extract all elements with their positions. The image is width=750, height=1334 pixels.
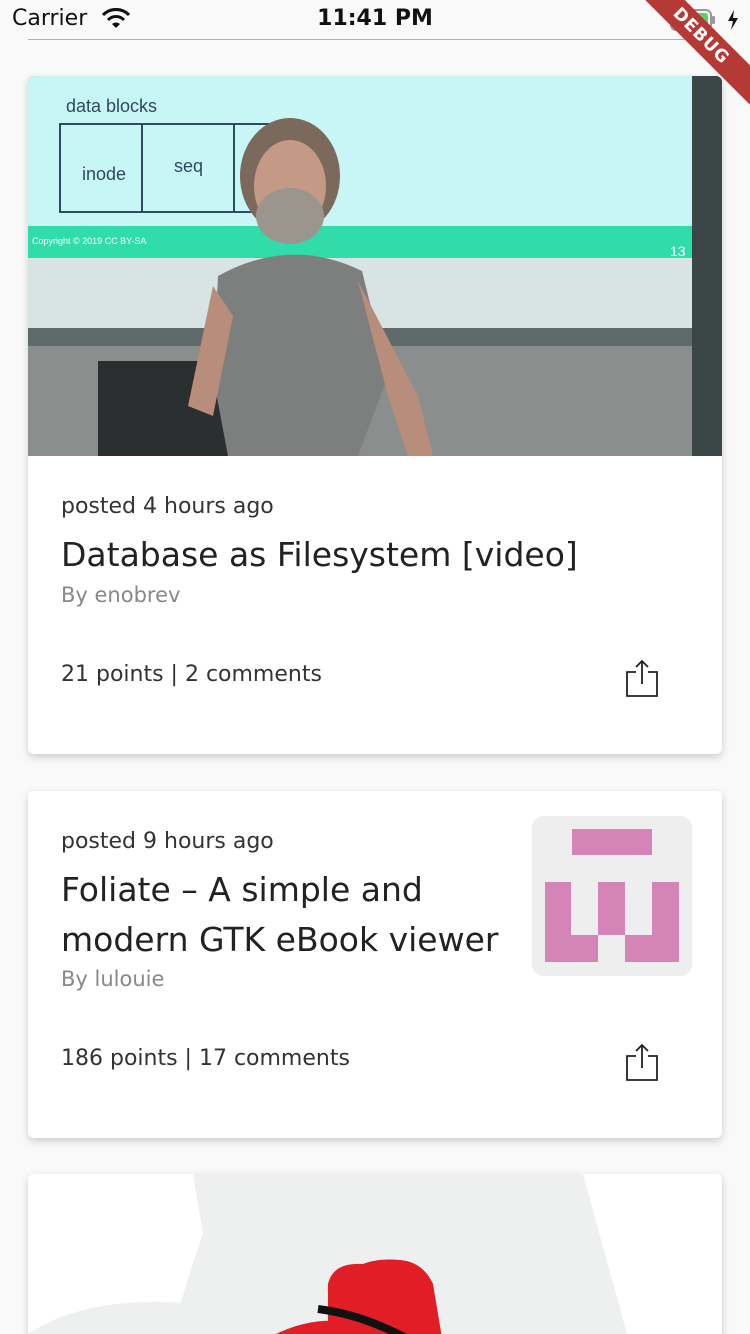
charging-icon [728, 10, 738, 30]
story-image[interactable]: data blocks inode seq Copyright © 2019 C… [28, 76, 722, 456]
status-bar: Carrier 11:41 PM [0, 0, 750, 40]
points-comments[interactable]: 21 points | 2 comments [61, 662, 322, 687]
clock: 11:41 PM [317, 6, 433, 31]
posted-time: posted 9 hours ago [61, 829, 274, 854]
story-card[interactable]: data blocks inode seq Copyright © 2019 C… [28, 76, 722, 754]
story-author[interactable]: By enobrev [61, 583, 180, 607]
story-title[interactable]: Database as Filesystem [video] [61, 530, 578, 580]
foliate-logo-icon [545, 829, 679, 962]
share-icon[interactable] [625, 658, 659, 698]
story-card[interactable] [28, 1174, 722, 1334]
slide-cell-inode: inode [82, 164, 126, 184]
slide-cell-seq: seq [174, 156, 203, 176]
points-comments[interactable]: 186 points | 17 comments [61, 1046, 350, 1071]
story-title[interactable]: Foliate – A simple and modern GTK eBook … [61, 865, 498, 965]
app-screen: Carrier 11:41 PM DEBUG data blocks inode… [0, 0, 750, 1334]
story-card[interactable]: posted 9 hours ago Foliate – A simple an… [28, 791, 722, 1138]
story-image[interactable] [28, 1174, 722, 1334]
story-thumbnail[interactable] [532, 816, 692, 976]
status-divider [28, 39, 722, 40]
share-icon[interactable] [625, 1042, 659, 1082]
slide-copyright: Copyright © 2019 CC BY-SA [32, 236, 146, 246]
story-title-line: Foliate – A simple and [61, 870, 423, 909]
story-author[interactable]: By lulouie [61, 967, 164, 991]
slide-heading: data blocks [66, 96, 157, 116]
story-title-line: modern GTK eBook viewer [61, 920, 499, 959]
posted-time: posted 4 hours ago [61, 494, 274, 519]
slide-page-number: 13 [670, 243, 686, 259]
